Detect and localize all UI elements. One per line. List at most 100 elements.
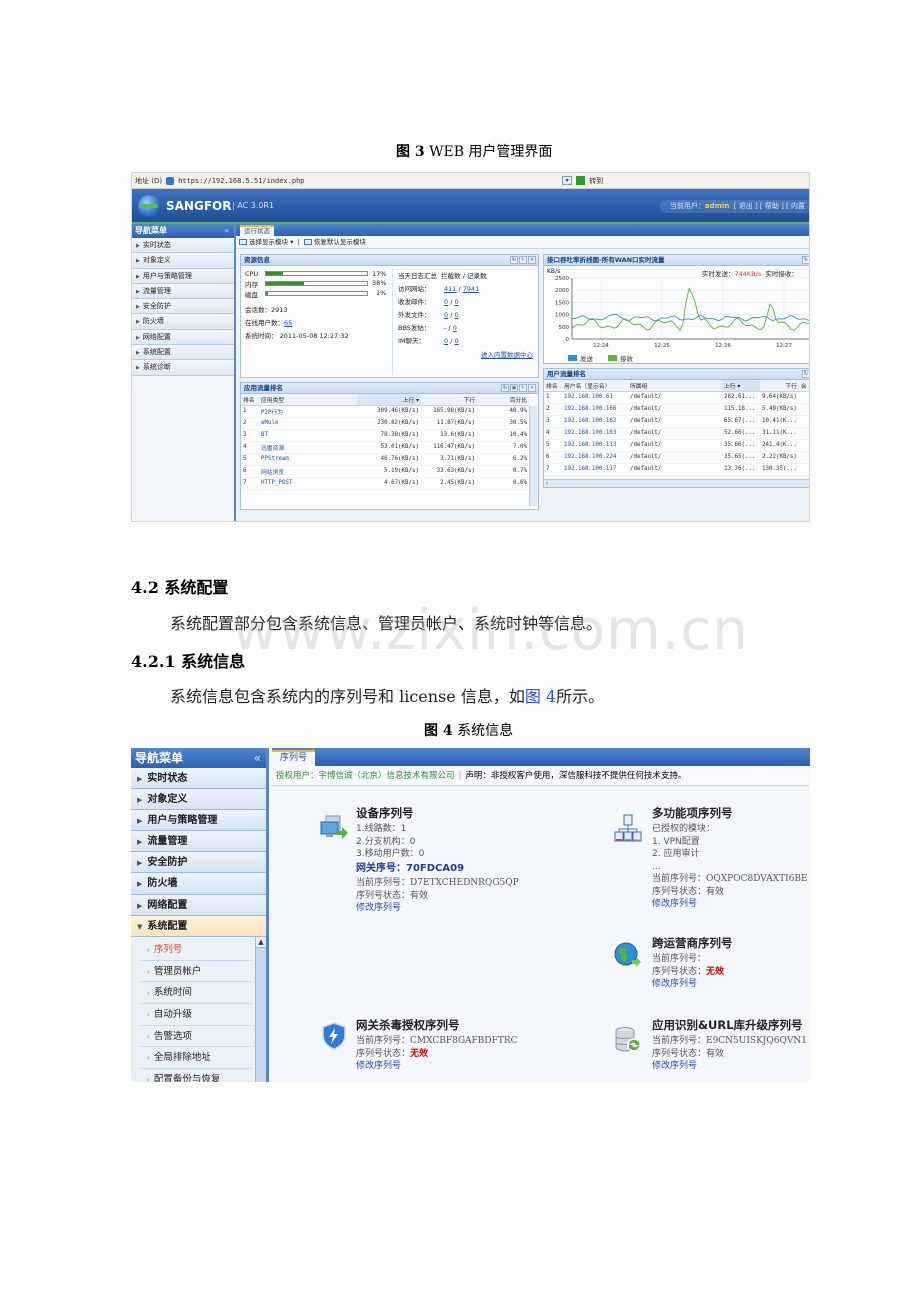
log-recorded-link[interactable]: 0 xyxy=(453,324,457,332)
submenu-item[interactable]: › 配置备份与恢复 xyxy=(141,1069,251,1082)
submenu-item[interactable]: › 自动升级 xyxy=(141,1004,251,1026)
nav-item[interactable]: ▶ 流量管理 xyxy=(131,831,266,853)
go-arrow-icon[interactable] xyxy=(576,176,586,185)
table-row[interactable]: 5 PPStream 46.76(KB/s) 3.71(KB/s) 6.2% xyxy=(241,453,529,466)
edit-serial-link[interactable]: 修改序列号 xyxy=(652,898,808,911)
table-row[interactable]: 5 192.168.100.113/default/35.66(... 241.4(… xyxy=(544,439,809,452)
vertical-scrollbar[interactable] xyxy=(529,406,537,506)
username-cell[interactable]: 192.168.100.103 xyxy=(562,427,628,440)
nav-item[interactable]: ▶ 网络配置 xyxy=(131,894,266,916)
nav-item[interactable]: ▶ 系统诊断 xyxy=(132,360,234,376)
log-recorded-link[interactable]: 7941 xyxy=(463,285,480,293)
data-center-link[interactable]: 进入内置数据中心 xyxy=(481,349,533,359)
app-type-cell[interactable]: 迅雷资源 xyxy=(259,441,357,454)
submenu-item[interactable]: › 系统时间 xyxy=(141,982,251,1005)
close-icon[interactable]: ✕ xyxy=(528,384,536,392)
col-group[interactable]: 所属组 xyxy=(628,380,722,392)
col-app-type[interactable]: 应用类型 xyxy=(259,394,357,406)
table-row[interactable]: 3 BT 78.38(KB/s) 13.6(KB/s) 10.4% xyxy=(241,429,529,442)
app-type-cell[interactable]: PPStream xyxy=(259,453,357,466)
username-cell[interactable]: 192.168.100.113 xyxy=(562,439,628,452)
close-icon[interactable]: ✕ xyxy=(528,256,536,264)
table-row[interactable]: 7 HTTP_POST 4.67(KB/s) 2.45(KB/s) 0.6% xyxy=(241,477,529,490)
submenu-item[interactable]: › 管理员帐户 xyxy=(141,961,251,983)
username-cell[interactable]: 192.168.100.117 xyxy=(562,463,628,476)
table-row[interactable]: 2 eMule 230.82(KB/s) 11.87(KB/s) 30.5% xyxy=(241,417,529,430)
log-blocked-link[interactable]: 411 xyxy=(444,285,456,293)
header-links[interactable]: [ 退出 ] [ 帮助 ] [ 内置 xyxy=(734,202,805,210)
app-type-cell[interactable]: BT xyxy=(259,429,357,442)
refresh-icon[interactable]: ↻ xyxy=(802,256,809,264)
app-type-cell[interactable]: 网站浏览 xyxy=(259,465,357,478)
submenu-item[interactable]: › 全局排除地址 xyxy=(141,1047,251,1070)
submenu-item-active[interactable]: › 序列号 xyxy=(141,939,251,961)
table-row[interactable]: 7 192.168.100.117/default/13.76(... 130.35… xyxy=(544,463,809,476)
collapse-icon[interactable]: « xyxy=(224,224,229,238)
refresh-icon[interactable]: ↻ xyxy=(510,256,518,264)
horizontal-scrollbar[interactable]: ‹ xyxy=(544,479,809,487)
table-row[interactable]: 1 P2P行为 309.46(KB/s) 165.98(KB/s) 40.9% xyxy=(241,405,529,418)
username-cell[interactable]: 192.168.100.162 xyxy=(562,415,628,428)
log-blocked-link[interactable]: 0 xyxy=(444,298,448,306)
edit-serial-link[interactable]: 修改序列号 xyxy=(356,902,519,915)
nav-item[interactable]: ▶ 实时状态 xyxy=(132,238,234,254)
online-users-link[interactable]: 65 xyxy=(284,319,292,327)
nav-item[interactable]: ▶ 安全防护 xyxy=(131,852,266,874)
nav-item[interactable]: ▶ 用户与策略管理 xyxy=(132,268,234,284)
nav-item[interactable]: ▶ 防火墙 xyxy=(131,873,266,895)
table-row[interactable]: 6 192.168.100.224/default/35.65(... 2.22(K… xyxy=(544,451,809,464)
go-button[interactable]: 转到 xyxy=(589,176,603,186)
nav-item[interactable]: ▶ 安全防护 xyxy=(132,299,234,315)
username-cell[interactable]: 192.168.100.224 xyxy=(562,451,628,464)
url-input[interactable]: https://192.168.5.51/index.php xyxy=(178,177,558,185)
col-upload[interactable]: 上行 ▾ xyxy=(722,380,760,392)
log-recorded-link[interactable]: 0 xyxy=(454,311,458,319)
col-rank[interactable]: 排名 xyxy=(241,394,259,406)
submenu-item[interactable]: › 告警选项 xyxy=(141,1026,251,1048)
table-row[interactable]: 4 迅雷资源 53.01(KB/s) 116.47(KB/s) 7.0% xyxy=(241,441,529,454)
app-type-cell[interactable]: HTTP_POST xyxy=(259,477,357,490)
col-rank[interactable]: 排名 xyxy=(544,380,562,392)
table-row[interactable]: 4 192.168.100.103/default/52.66(... 31.11(… xyxy=(544,427,809,440)
submenu-scrollbar[interactable]: ▲ xyxy=(255,937,266,1082)
edit-serial-link[interactable]: 修改序列号 xyxy=(652,1060,807,1073)
nav-item[interactable]: ▶ 流量管理 xyxy=(132,283,234,300)
log-recorded-link[interactable]: 0 xyxy=(454,298,458,306)
select-modules-button[interactable]: 选择显示模块 ▾ xyxy=(249,238,293,246)
log-blocked-link[interactable]: 0 xyxy=(444,337,448,345)
col-username[interactable]: 用户名（显示名） xyxy=(562,380,628,392)
nav-item[interactable]: ▶ 用户与策略管理 xyxy=(131,810,266,832)
figure-reference-link[interactable]: 图 4 xyxy=(525,687,556,706)
log-recorded-link[interactable]: 0 xyxy=(454,337,458,345)
table-row[interactable]: 2 192.168.100.166/default/115.18... 5.49(K… xyxy=(544,403,809,416)
chevron-down-icon[interactable]: ▾ xyxy=(562,176,573,185)
nav-item[interactable]: ▶ 实时状态 xyxy=(131,768,266,790)
col-upload[interactable]: 上行 ▾ xyxy=(357,394,421,406)
table-row[interactable]: 3 192.168.100.162/default/65.67(... 10.41(… xyxy=(544,415,809,428)
nav-item[interactable]: ▶ 对象定义 xyxy=(131,789,266,811)
table-row[interactable]: 1 192.168.100.61/default/282.61... 9.64(KB… xyxy=(544,391,809,404)
window-icon[interactable]: ▣ xyxy=(510,384,518,392)
username-cell[interactable]: 192.168.100.61 xyxy=(562,391,628,404)
col-session[interactable]: 会 xyxy=(798,380,809,392)
nav-item-expanded[interactable]: ▼ 系统配置 xyxy=(131,915,266,937)
wrench-icon[interactable]: ✎ xyxy=(519,256,527,264)
scroll-up-icon[interactable]: ▲ xyxy=(256,937,266,948)
col-download[interactable]: 下行 xyxy=(760,380,799,392)
tab-runtime-status[interactable]: 运行状态 xyxy=(240,225,274,236)
nav-item[interactable]: ▶ 对象定义 xyxy=(132,253,234,269)
nav-item[interactable]: ▶ 网络配置 xyxy=(132,329,234,346)
app-type-cell[interactable]: P2P行为 xyxy=(259,405,357,418)
edit-serial-link[interactable]: 修改序列号 xyxy=(652,978,733,991)
col-percent[interactable]: 百分比 xyxy=(477,394,529,406)
restore-default-button[interactable]: 恢复默认显示模块 xyxy=(314,238,366,246)
log-blocked-link[interactable]: 0 xyxy=(444,311,448,319)
collapse-icon[interactable]: « xyxy=(254,748,261,768)
refresh-icon[interactable]: ↻ xyxy=(501,384,509,392)
username-cell[interactable]: 192.168.100.166 xyxy=(562,403,628,416)
tab-serial-number[interactable]: 序列号 xyxy=(272,750,316,766)
app-type-cell[interactable]: eMule xyxy=(259,417,357,430)
edit-serial-link[interactable]: 修改序列号 xyxy=(356,1060,518,1073)
col-download[interactable]: 下行 xyxy=(421,394,477,406)
nav-item[interactable]: ▶ 系统配置 xyxy=(132,345,234,361)
